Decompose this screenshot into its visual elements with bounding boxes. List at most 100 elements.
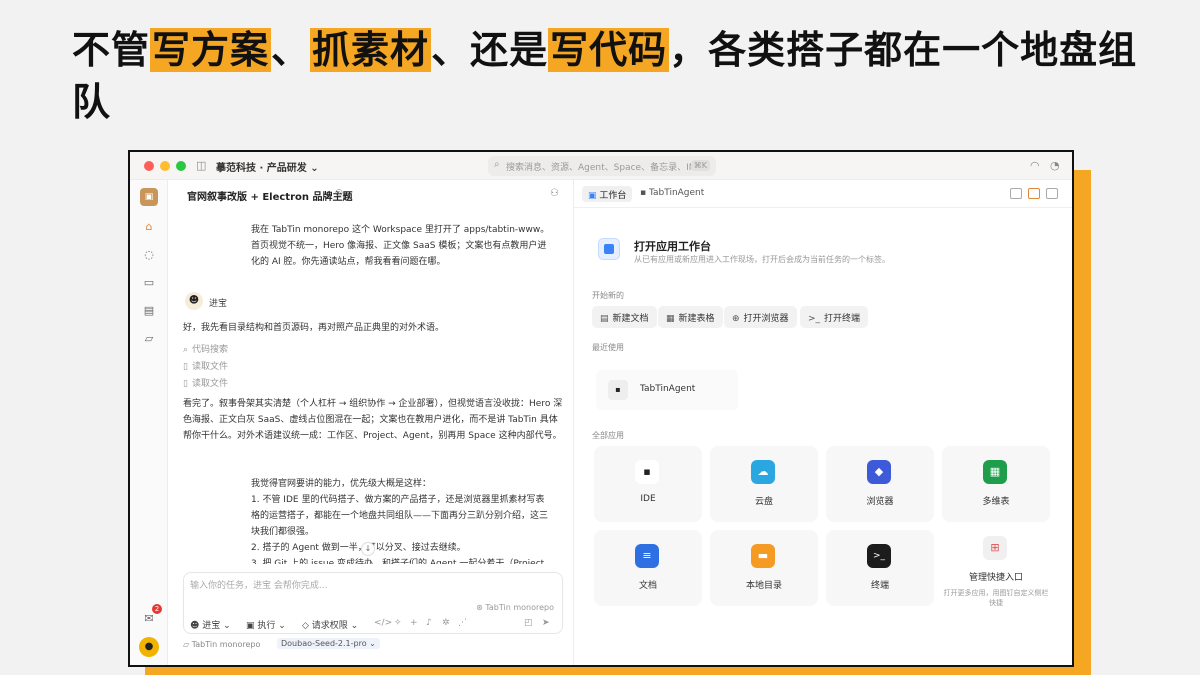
permission-select[interactable]: ◇ 请求权限 ⌄: [302, 618, 358, 631]
mode-select-label: 执行: [257, 621, 276, 631]
workbench-panel: ▣ 工作台 ▪ TabTinAgent 打开应用工作台 从已有应用或新应用进入工…: [574, 180, 1072, 665]
new-sheet-button[interactable]: ▦ 新建表格: [658, 306, 723, 328]
open-terminal-button[interactable]: >_ 打开终端: [800, 306, 869, 328]
folder-icon[interactable]: ▱: [142, 332, 156, 346]
agent-icon[interactable]: ▭: [142, 276, 156, 290]
app-note: 打开更多应用，用图钉自定义侧栏快捷: [943, 589, 1049, 607]
tab-workbench[interactable]: ▣ 工作台: [582, 186, 633, 202]
agent-name: 进宝: [209, 299, 228, 309]
chat-footer: ▱ TabTin monorepo Doubao-Seed-2.1-pro ⌄: [183, 638, 380, 654]
app-card-local-folder[interactable]: ▬ 本地目录: [710, 530, 818, 606]
permission-select-label: 请求权限: [311, 621, 348, 631]
tool-call[interactable]: ▯ 读取文件: [183, 376, 228, 389]
app-name: 云盘: [754, 497, 773, 507]
document-icon: ≡: [635, 544, 659, 568]
send-icon[interactable]: ➤: [542, 618, 550, 628]
footer-repo[interactable]: TabTin monorepo: [192, 640, 261, 649]
app-name: 多维表: [982, 497, 1010, 507]
search-placeholder: 搜索消息、资源、Agent、Space、备忘录、IM...: [506, 163, 706, 173]
new-sheet-label: 新建表格: [678, 314, 715, 324]
app-name: 管理快捷入口: [968, 573, 1023, 583]
scroll-down-button[interactable]: ↓: [361, 542, 375, 556]
user-avatar[interactable]: ●: [139, 637, 159, 657]
tool-call[interactable]: ▯ 读取文件: [183, 359, 228, 372]
attach-icon[interactable]: ◰: [524, 618, 533, 628]
agent-select[interactable]: ☻ 进宝 ⌄: [190, 618, 231, 631]
close-window-button[interactable]: [144, 161, 154, 171]
document-icon: ▤: [600, 314, 609, 324]
conversation-title: 官网叙事改版 + Electron 品牌主题: [187, 192, 353, 203]
model-select[interactable]: Doubao-Seed-2.1-pro ⌄: [277, 638, 380, 649]
start-new-label: 开始新的: [592, 291, 624, 300]
terminal-icon: >_: [808, 314, 821, 324]
plus-icon[interactable]: +: [410, 618, 418, 628]
mode-select[interactable]: ▣ 执行 ⌄: [246, 618, 286, 631]
tool-call[interactable]: ⌕ 代码搜索: [183, 342, 228, 355]
tool-call-label: 读取文件: [191, 362, 228, 372]
headline-highlight: 写代码: [548, 28, 670, 72]
manage-shortcuts-card[interactable]: ⊞ 管理快捷入口 打开更多应用，用图钉自定义侧栏快捷: [942, 530, 1050, 607]
add-member-icon[interactable]: ⚇: [550, 188, 559, 199]
tab-tabtinagent[interactable]: ▪ TabTinAgent: [634, 186, 710, 202]
agent-message: 看完了。叙事骨架其实清楚（个人杠杆 → 组织协作 → 企业部署），但视觉语言没收…: [183, 399, 563, 441]
mic-icon[interactable]: ♪: [426, 618, 432, 628]
headline-highlight: 抓素材: [310, 28, 432, 72]
app-card-ide[interactable]: ▪ IDE: [594, 446, 702, 522]
app-card-terminal[interactable]: >_ 终端: [826, 530, 934, 606]
home-icon[interactable]: ⌂: [142, 220, 156, 234]
headline-part: 、还是: [431, 28, 549, 72]
file-icon: ▯: [183, 362, 188, 372]
headline-part: 不管: [72, 28, 151, 72]
app-card-docs[interactable]: ≡ 文档: [594, 530, 702, 606]
tool-call-label: 代码搜索: [192, 345, 229, 355]
open-browser-button[interactable]: ⊕ 打开浏览器: [724, 306, 797, 328]
grid-plus-icon: ⊞: [983, 536, 1007, 560]
recent-app-card[interactable]: ▪ TabTinAgent: [596, 370, 738, 410]
app-card-multitable[interactable]: ▦ 多维表: [942, 446, 1050, 522]
layout-split-icon[interactable]: [1028, 188, 1040, 199]
user-message: 我觉得官网要讲的能力，优先级大概是这样： 1. 不管 IDE 里的代码搭子、做方…: [251, 479, 549, 564]
terminal-icon: >_: [867, 544, 891, 568]
workbench-title: 打开应用工作台: [634, 240, 711, 253]
app-window: ◫ 摹范科技 · 产品研发 ⌄ ⌕ 搜索消息、资源、Agent、Space、备忘…: [128, 150, 1074, 667]
share-icon[interactable]: ⋰: [458, 618, 467, 628]
camera-icon[interactable]: ◎: [335, 188, 343, 198]
user-message: 我在 TabTin monorepo 这个 Workspace 里打开了 app…: [251, 225, 550, 267]
app-logo-icon[interactable]: ▣: [140, 188, 158, 206]
inbox-icon[interactable]: ✉: [142, 612, 156, 626]
chat-icon[interactable]: ◌: [142, 248, 156, 262]
chat-panel: 官网叙事改版 + Electron 品牌主题 ◎ ⚇ 我在 TabTin mon…: [169, 180, 573, 665]
terminal-icon: ▪: [640, 188, 647, 198]
app-card-cloud-drive[interactable]: ☁ 云盘: [710, 446, 818, 522]
document-icon[interactable]: ▤: [142, 304, 156, 318]
recent-label: 最近使用: [592, 343, 624, 352]
settings-icon[interactable]: ✲: [442, 618, 450, 628]
tab-label: TabTinAgent: [648, 188, 705, 198]
minimize-window-button[interactable]: [160, 161, 170, 171]
terminal-icon: ▪: [608, 380, 628, 400]
gauge-icon[interactable]: ◔: [1050, 159, 1060, 172]
titlebar: ◫ 摹范科技 · 产品研发 ⌄ ⌕ 搜索消息、资源、Agent、Space、备忘…: [130, 152, 1072, 180]
code-icon[interactable]: </>: [374, 618, 392, 628]
chat-header: 官网叙事改版 + Electron 品牌主题 ◎ ⚇: [169, 180, 573, 210]
layout-left-icon[interactable]: [1010, 188, 1022, 199]
maximize-window-button[interactable]: [176, 161, 186, 171]
workspace-name: 摹范科技 · 产品研发: [216, 163, 307, 174]
app-name: 本地目录: [745, 581, 782, 591]
shield-icon: ◇: [302, 621, 309, 631]
workbench-icon: [598, 238, 620, 260]
app-name: 浏览器: [866, 497, 894, 507]
terminal-icon: ▣: [246, 621, 255, 631]
sidebar-toggle-icon[interactable]: ◫: [196, 159, 206, 172]
layout-right-icon[interactable]: [1046, 188, 1058, 199]
ide-icon: ▪: [635, 460, 659, 484]
app-card-browser[interactable]: ◆ 浏览器: [826, 446, 934, 522]
workbench-icon: ▣: [588, 191, 597, 201]
mention-icon[interactable]: ✧: [394, 618, 402, 628]
workbench-subtitle: 从已有应用或新应用进入工作现场，打开后会成为当前任务的一个标签。: [634, 255, 890, 264]
global-search[interactable]: ⌕ 搜索消息、资源、Agent、Space、备忘录、IM... ⌘K: [488, 156, 716, 176]
new-document-button[interactable]: ▤ 新建文档: [592, 306, 657, 328]
wifi-icon[interactable]: ◠: [1030, 159, 1040, 172]
task-input[interactable]: [190, 579, 490, 593]
workspace-switcher[interactable]: 摹范科技 · 产品研发 ⌄: [216, 159, 319, 174]
